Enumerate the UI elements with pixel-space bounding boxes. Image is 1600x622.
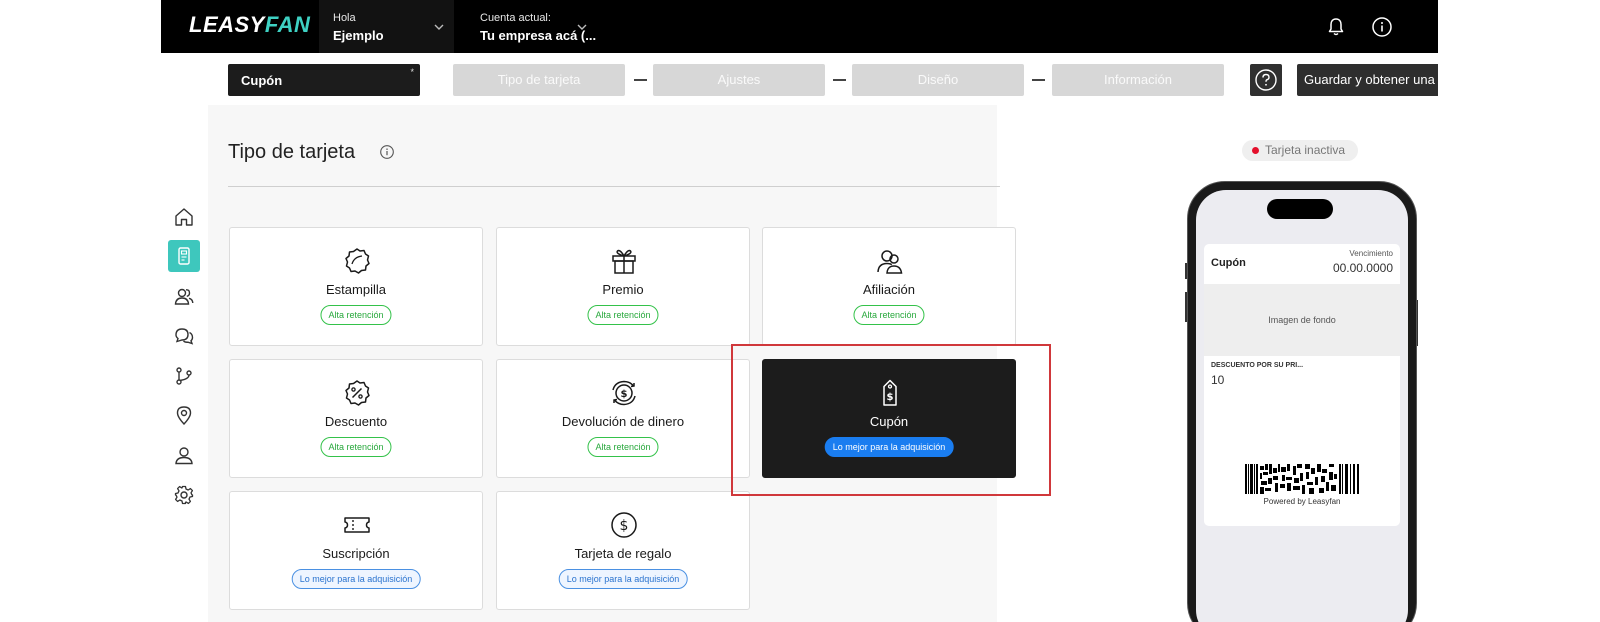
card-type-suscripcion[interactable]: Suscripción Lo mejor para la adquisición: [229, 491, 483, 610]
greeting-label: Hola: [333, 12, 356, 24]
sidebar-item-locations[interactable]: [168, 399, 200, 431]
card-type-label: Descuento: [324, 414, 388, 429]
pass-field-label: DESCUENTO POR SU PRI...: [1211, 362, 1304, 369]
phone-notch: [1267, 199, 1333, 219]
logo-accent-text: FAN: [264, 12, 311, 37]
retention-badge: Alta retención: [853, 305, 925, 325]
svg-text:$: $: [621, 389, 628, 400]
phone-screen: Cupón Vencimiento 00.00.0000 Imagen de f…: [1196, 190, 1408, 622]
info-icon[interactable]: [1371, 16, 1393, 38]
account-label: Cuenta actual:: [480, 12, 551, 24]
pass-background-image: Imagen de fondo: [1204, 284, 1400, 356]
help-button[interactable]: [1250, 64, 1282, 96]
chevron-down-icon: [434, 24, 444, 30]
pass-expiry-label: Vencimiento: [1349, 249, 1393, 258]
sidebar-item-customers[interactable]: [168, 280, 200, 312]
info-icon[interactable]: [379, 144, 395, 160]
question-icon: [1255, 69, 1277, 91]
powered-by-text: Powered by Leasyfan: [1263, 497, 1341, 506]
home-icon: [175, 208, 193, 226]
barcode-icon: [1245, 464, 1359, 494]
wallet-pass-preview: Cupón Vencimiento 00.00.0000 Imagen de f…: [1204, 244, 1400, 526]
card-type-premio[interactable]: Premio Alta retención: [496, 227, 750, 346]
card-name-value: Cupón: [241, 73, 283, 88]
step-separator: [1032, 79, 1045, 81]
top-bar: LEASYFAN Hola Ejemplo Cuenta actual: Tu …: [161, 0, 1438, 53]
user-icon: [175, 447, 193, 465]
sidebar-item-profile[interactable]: [168, 439, 200, 471]
svg-text:$: $: [620, 518, 629, 534]
users-icon: [174, 288, 194, 305]
wizard-bar: Cupón * Tipo de tarjeta Ajustes Diseño I…: [161, 53, 1438, 105]
dollar-coin-icon: $: [611, 512, 637, 538]
greeting-name: Ejemplo: [333, 28, 384, 43]
phone-preview: Cupón Vencimiento 00.00.0000 Imagen de f…: [1187, 181, 1417, 622]
retention-badge: Alta retención: [320, 305, 392, 325]
ticket-icon: [344, 517, 370, 533]
card-type-label: Suscripción: [322, 546, 390, 561]
pass-field-value: 10: [1211, 373, 1225, 387]
card-status-badge: Tarjeta inactiva: [1242, 140, 1358, 161]
save-preview-button[interactable]: Guardar y obtener una vis: [1297, 64, 1438, 96]
sidebar-item-automations[interactable]: [168, 360, 200, 392]
card-type-label: Estampilla: [326, 282, 386, 297]
chat-icon: [175, 328, 194, 345]
sidebar-item-settings[interactable]: [168, 479, 200, 511]
acquisition-badge: Lo mejor para la adquisición: [558, 569, 688, 589]
step-separator: [833, 79, 846, 81]
pass-expiry-value: 00.00.0000: [1332, 261, 1393, 275]
card-type-devolucion[interactable]: $ Devolución de dinero Alta retención: [496, 359, 750, 478]
step-tipo-de-tarjeta[interactable]: Tipo de tarjeta: [453, 64, 625, 96]
bell-icon[interactable]: [1325, 16, 1347, 38]
card-type-label: Tarjeta de regalo: [574, 546, 672, 561]
title-divider: [228, 186, 1000, 187]
retention-badge: Alta retención: [320, 437, 392, 457]
step-separator: [634, 79, 647, 81]
card-name-input[interactable]: Cupón *: [228, 64, 420, 96]
retention-badge: Alta retención: [587, 305, 659, 325]
app-root: LEASYFAN Hola Ejemplo Cuenta actual: Tu …: [161, 0, 1438, 622]
card-type-label: Afiliación: [862, 282, 916, 297]
card-type-estampilla[interactable]: Estampilla Alta retención: [229, 227, 483, 346]
retention-badge: Alta retención: [587, 437, 659, 457]
card-type-label: Premio: [602, 282, 644, 297]
selection-highlight-frame: [731, 344, 1051, 496]
location-icon: [176, 406, 192, 426]
settings-icon: [174, 485, 194, 505]
card-icon: [178, 247, 190, 265]
sidebar-item-home[interactable]: [168, 201, 200, 233]
page-title: Tipo de tarjeta: [228, 141, 356, 163]
pass-card-name: Cupón: [1211, 257, 1246, 269]
chevron-down-icon: [577, 24, 587, 30]
acquisition-badge: Lo mejor para la adquisición: [291, 569, 421, 589]
step-informacion[interactable]: Información: [1052, 64, 1224, 96]
status-dot: [1252, 147, 1259, 154]
status-text: Tarjeta inactiva: [1265, 143, 1346, 157]
step-ajustes[interactable]: Ajustes: [653, 64, 825, 96]
logo-text: LEASY: [189, 12, 265, 37]
card-type-afiliacion[interactable]: Afiliación Alta retención: [762, 227, 1016, 346]
membership-icon: [877, 250, 903, 274]
discount-icon: [345, 380, 370, 406]
step-diseno[interactable]: Diseño: [852, 64, 1024, 96]
sidebar-item-messages[interactable]: [168, 320, 200, 352]
card-type-descuento[interactable]: Descuento Alta retención: [229, 359, 483, 478]
stamp-icon: [345, 248, 370, 274]
flow-icon: [176, 367, 192, 385]
leasyfan-logo[interactable]: LEASYFAN: [189, 12, 310, 38]
user-greeting-dropdown[interactable]: Hola Ejemplo: [319, 0, 454, 53]
gift-icon: [612, 249, 636, 274]
account-switcher[interactable]: Cuenta actual: Tu empresa acá (...: [466, 0, 596, 53]
card-type-tarjeta-de-regalo[interactable]: $ Tarjeta de regalo Lo mejor para la adq…: [496, 491, 750, 610]
required-marker: *: [410, 67, 414, 77]
cashback-icon: $: [612, 380, 636, 406]
card-type-label: Devolución de dinero: [561, 414, 685, 429]
sidebar-item-cards[interactable]: [168, 240, 200, 272]
